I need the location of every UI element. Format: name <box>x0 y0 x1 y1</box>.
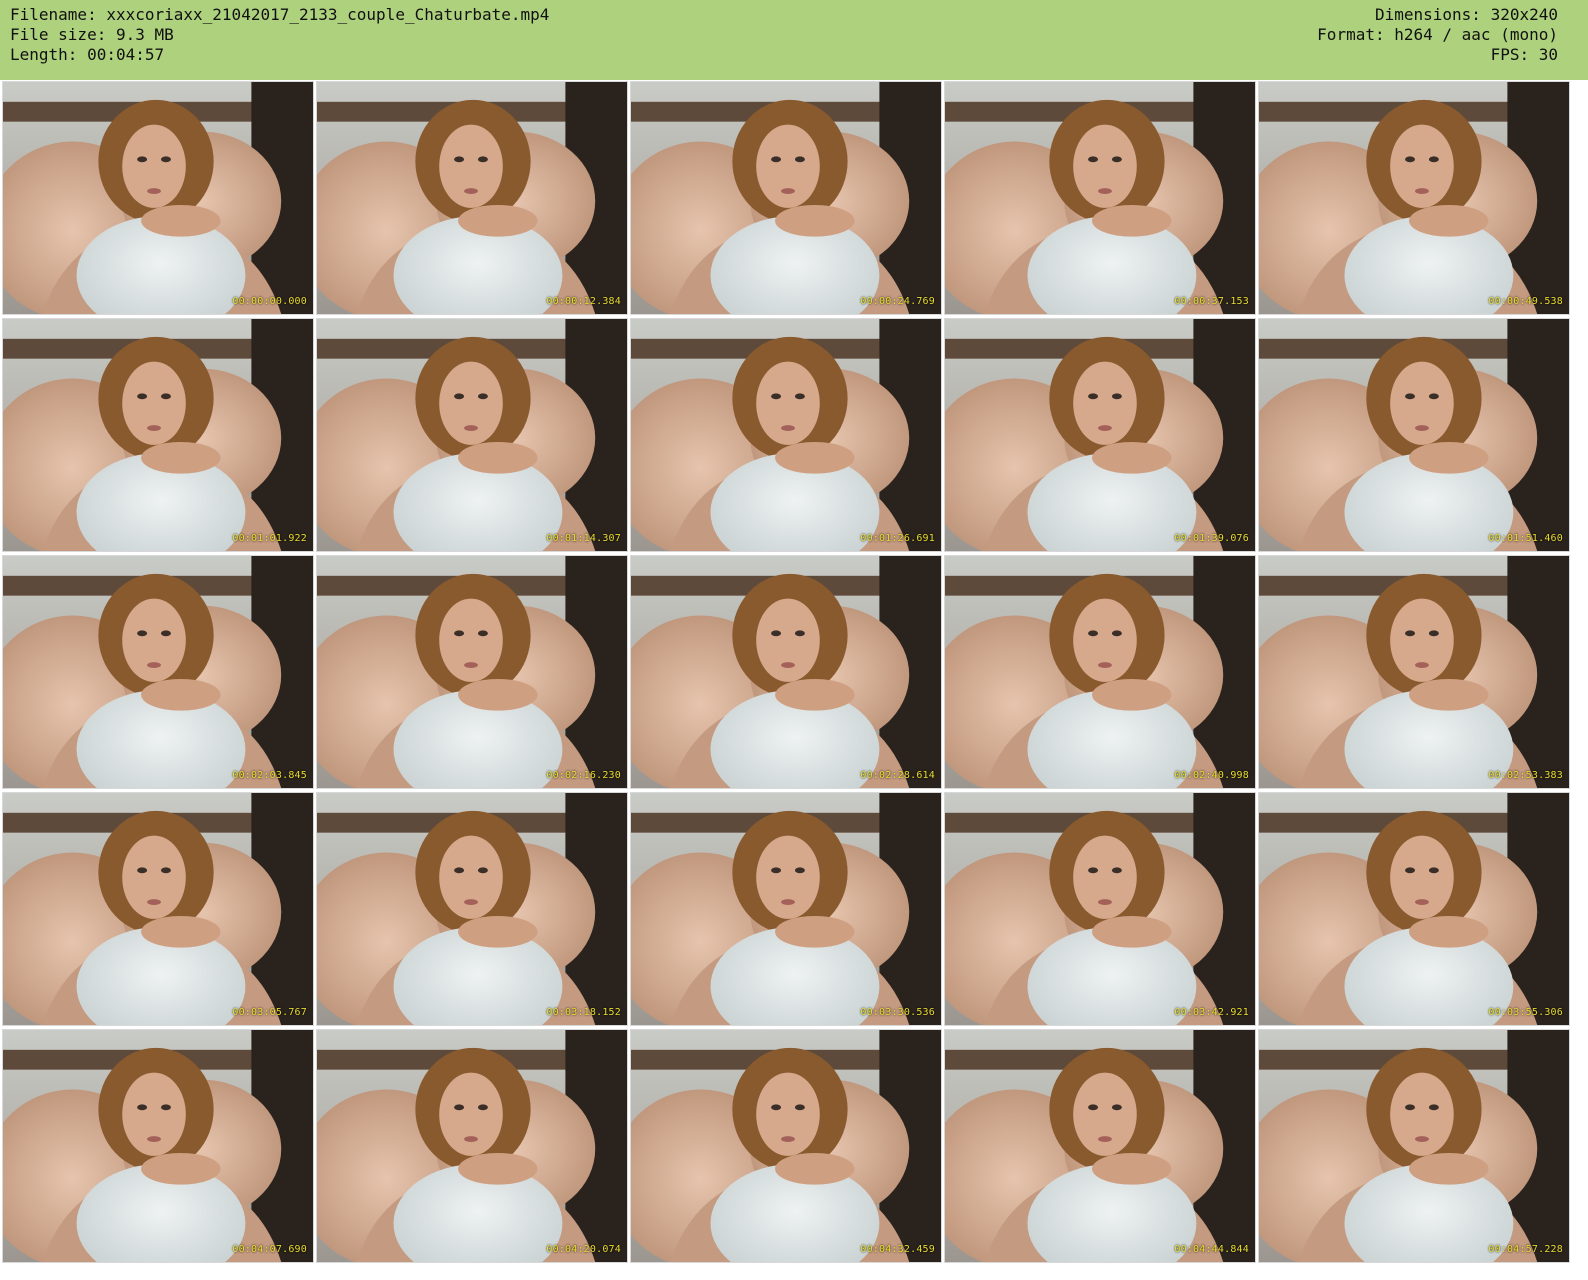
video-thumbnail[interactable]: 00:00:37.153 <box>944 81 1256 315</box>
video-thumbnail[interactable]: 00:03:55.306 <box>1258 792 1570 1026</box>
video-thumbnail[interactable]: 00:04:57.228 <box>1258 1029 1570 1263</box>
thumbnail-timestamp: 00:00:49.538 <box>1488 296 1563 307</box>
thumbnail-grid: 00:00:00.000 00:00:12.384 00:00:24.769 00:0… <box>0 80 1588 1280</box>
video-thumbnail[interactable]: 00:03:30.536 <box>630 792 942 1026</box>
thumbnail-timestamp: 00:01:39.076 <box>1174 533 1249 544</box>
video-frame-image <box>3 793 313 1025</box>
thumbnail-timestamp: 00:02:03.845 <box>232 770 307 781</box>
thumbnail-timestamp: 00:01:51.460 <box>1488 533 1563 544</box>
thumbnail-timestamp: 00:01:01.922 <box>232 533 307 544</box>
thumbnail-timestamp: 00:04:07.690 <box>232 1244 307 1255</box>
video-thumbnail[interactable]: 00:00:12.384 <box>316 81 628 315</box>
video-thumbnail[interactable]: 00:03:05.767 <box>2 792 314 1026</box>
filename-text: Filename: xxxcoriaxx_21042017_2133_coupl… <box>10 5 550 24</box>
video-frame-image <box>1259 556 1569 788</box>
video-frame-image <box>3 1030 313 1262</box>
video-thumbnail[interactable]: 00:01:01.922 <box>2 318 314 552</box>
thumbnail-timestamp: 00:00:24.769 <box>860 296 935 307</box>
video-thumbnail[interactable]: 00:00:00.000 <box>2 81 314 315</box>
thumbnail-timestamp: 00:04:44.844 <box>1174 1244 1249 1255</box>
thumbnail-timestamp: 00:04:57.228 <box>1488 1244 1563 1255</box>
info-left: Filename: xxxcoriaxx_21042017_2133_coupl… <box>10 5 549 65</box>
video-frame-image <box>631 556 941 788</box>
video-frame-image <box>3 556 313 788</box>
video-thumbnail[interactable]: 00:03:42.921 <box>944 792 1256 1026</box>
video-frame-image <box>317 82 627 314</box>
thumbnail-timestamp: 00:02:28.614 <box>860 770 935 781</box>
thumbnail-timestamp: 00:03:30.536 <box>860 1007 935 1018</box>
thumbnail-timestamp: 00:00:37.153 <box>1174 296 1249 307</box>
video-thumbnail[interactable]: 00:04:44.844 <box>944 1029 1256 1263</box>
contact-sheet: Filename: xxxcoriaxx_21042017_2133_coupl… <box>0 0 1588 1280</box>
video-frame-image <box>317 556 627 788</box>
thumbnail-timestamp: 00:00:12.384 <box>546 296 621 307</box>
video-thumbnail[interactable]: 00:02:28.614 <box>630 555 942 789</box>
info-right: Dimensions: 320x240 Format: h264 / aac (… <box>1317 5 1558 65</box>
video-thumbnail[interactable]: 00:04:20.074 <box>316 1029 628 1263</box>
video-frame-image <box>317 793 627 1025</box>
thumbnail-timestamp: 00:02:40.998 <box>1174 770 1249 781</box>
video-thumbnail[interactable]: 00:04:07.690 <box>2 1029 314 1263</box>
info-header: Filename: xxxcoriaxx_21042017_2133_coupl… <box>0 0 1588 80</box>
fps-text: FPS: 30 <box>1490 45 1558 64</box>
thumbnail-timestamp: 00:02:16.230 <box>546 770 621 781</box>
video-thumbnail[interactable]: 00:02:40.998 <box>944 555 1256 789</box>
video-thumbnail[interactable]: 00:03:18.152 <box>316 792 628 1026</box>
dimensions-text: Dimensions: 320x240 <box>1374 5 1558 24</box>
video-thumbnail[interactable]: 00:01:14.307 <box>316 318 628 552</box>
video-thumbnail[interactable]: 00:01:39.076 <box>944 318 1256 552</box>
video-frame-image <box>1259 82 1569 314</box>
video-frame-image <box>3 82 313 314</box>
thumbnail-timestamp: 00:03:05.767 <box>232 1007 307 1018</box>
thumbnail-timestamp: 00:01:14.307 <box>546 533 621 544</box>
video-frame-image <box>1259 793 1569 1025</box>
video-thumbnail[interactable]: 00:02:16.230 <box>316 555 628 789</box>
video-frame-image <box>1259 1030 1569 1262</box>
thumbnail-timestamp: 00:00:00.000 <box>232 296 307 307</box>
video-frame-image <box>631 793 941 1025</box>
thumbnail-timestamp: 00:03:18.152 <box>546 1007 621 1018</box>
thumbnail-timestamp: 00:03:42.921 <box>1174 1007 1249 1018</box>
video-thumbnail[interactable]: 00:00:24.769 <box>630 81 942 315</box>
video-frame-image <box>317 319 627 551</box>
video-thumbnail[interactable]: 00:00:49.538 <box>1258 81 1570 315</box>
video-frame-image <box>631 319 941 551</box>
video-frame-image <box>945 319 1255 551</box>
video-thumbnail[interactable]: 00:02:03.845 <box>2 555 314 789</box>
video-frame-image <box>945 82 1255 314</box>
thumbnail-timestamp: 00:04:32.459 <box>860 1244 935 1255</box>
video-frame-image <box>945 793 1255 1025</box>
video-thumbnail[interactable]: 00:02:53.383 <box>1258 555 1570 789</box>
video-frame-image <box>3 319 313 551</box>
thumbnail-timestamp: 00:03:55.306 <box>1488 1007 1563 1018</box>
thumbnail-timestamp: 00:01:26.691 <box>860 533 935 544</box>
length-text: Length: 00:04:57 <box>10 45 165 64</box>
video-frame-image <box>1259 319 1569 551</box>
video-thumbnail[interactable]: 00:01:26.691 <box>630 318 942 552</box>
video-frame-image <box>945 556 1255 788</box>
thumbnail-timestamp: 00:04:20.074 <box>546 1244 621 1255</box>
video-frame-image <box>945 1030 1255 1262</box>
filesize-text: File size: 9.3 MB <box>10 25 174 44</box>
thumbnail-timestamp: 00:02:53.383 <box>1488 770 1563 781</box>
format-text: Format: h264 / aac (mono) <box>1317 25 1558 44</box>
video-frame-image <box>631 82 941 314</box>
video-frame-image <box>317 1030 627 1262</box>
video-thumbnail[interactable]: 00:04:32.459 <box>630 1029 942 1263</box>
video-thumbnail[interactable]: 00:01:51.460 <box>1258 318 1570 552</box>
video-frame-image <box>631 1030 941 1262</box>
